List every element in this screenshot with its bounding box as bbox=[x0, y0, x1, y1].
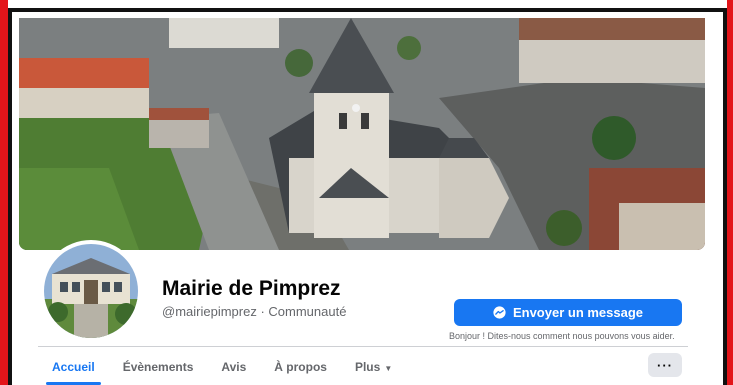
page-tabs: Accueil Évènements Avis À propos Plus ▼ bbox=[38, 352, 406, 385]
tab-label: Avis bbox=[221, 360, 247, 374]
tab-label: Évènements bbox=[122, 360, 194, 374]
send-message-button[interactable]: Envoyer un message bbox=[454, 299, 682, 326]
cover-photo bbox=[19, 18, 705, 250]
tab-a-propos[interactable]: À propos bbox=[260, 352, 341, 385]
messenger-icon bbox=[493, 306, 506, 319]
red-frame-left bbox=[0, 0, 8, 385]
town-hall-photo bbox=[44, 244, 138, 338]
message-helper-text: Bonjour ! Dites-nous comment nous pouvon… bbox=[449, 331, 675, 341]
tab-avis[interactable]: Avis bbox=[207, 352, 260, 385]
send-message-label: Envoyer un message bbox=[512, 305, 644, 320]
tab-label: Accueil bbox=[52, 360, 95, 374]
page-handle: @mairiepimprez · Communauté bbox=[162, 304, 347, 319]
tab-label: Plus bbox=[354, 360, 381, 374]
caret-down-icon: ▼ bbox=[384, 364, 393, 373]
more-options-button[interactable]: ··· bbox=[648, 353, 682, 377]
tab-plus[interactable]: Plus ▼ bbox=[341, 352, 406, 385]
red-frame-right bbox=[727, 0, 733, 385]
avatar[interactable] bbox=[40, 240, 142, 342]
page-title: Mairie de Pimprez bbox=[162, 277, 341, 300]
tab-accueil[interactable]: Accueil bbox=[38, 352, 109, 385]
divider bbox=[38, 346, 688, 347]
tab-label: À propos bbox=[274, 360, 327, 374]
tab-evenements[interactable]: Évènements bbox=[109, 352, 208, 385]
